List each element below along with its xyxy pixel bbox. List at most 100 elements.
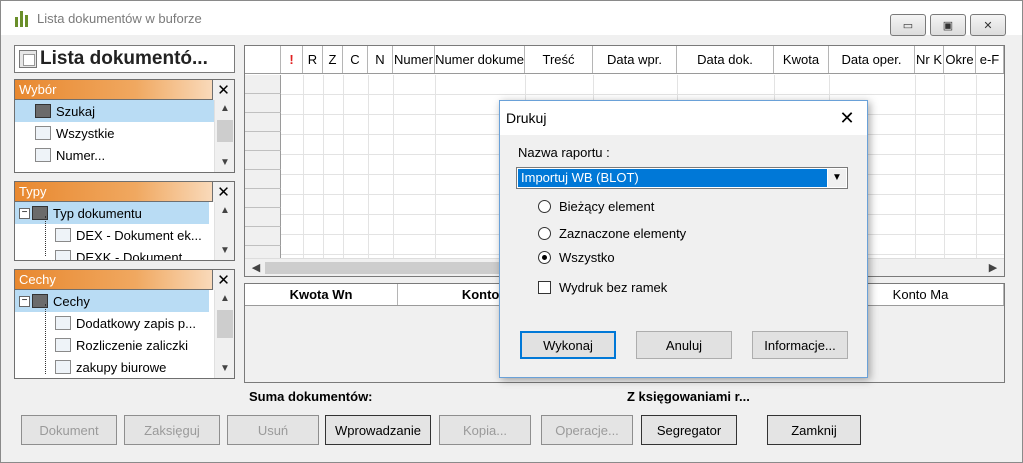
section-typy-header: Typy bbox=[19, 184, 47, 199]
column-header[interactable]: Data oper. bbox=[829, 46, 915, 73]
section-wybor-close-button[interactable]: ✕ bbox=[212, 79, 234, 100]
row-headers bbox=[245, 75, 281, 265]
dokument-button[interactable]: Dokument bbox=[21, 415, 117, 445]
scroll-down-icon[interactable]: ▼ bbox=[215, 154, 235, 172]
column-header[interactable]: Kwota bbox=[774, 46, 829, 73]
zamknij-button[interactable]: Zamknij bbox=[767, 415, 861, 445]
checkbox-label: Wydruk bez ramek bbox=[559, 280, 668, 295]
column-header[interactable]: Nr K bbox=[915, 46, 944, 73]
column-header[interactable]: ! bbox=[281, 46, 303, 73]
table-icon bbox=[55, 360, 71, 374]
wykonaj-button[interactable]: Wykonaj bbox=[520, 331, 616, 359]
section-typy-close-button[interactable]: ✕ bbox=[212, 181, 234, 202]
typy-scrollbar[interactable]: ▲ ▼ bbox=[214, 202, 234, 260]
list-item-szukaj[interactable]: Szukaj bbox=[15, 100, 234, 122]
report-name-select[interactable]: Importuj WB (BLOT) ▼ bbox=[516, 167, 848, 189]
list-item-label: Wszystkie bbox=[56, 125, 115, 141]
scroll-right-icon[interactable]: ▶ bbox=[984, 259, 1002, 276]
table-icon bbox=[35, 126, 51, 140]
tree-collapse-icon[interactable]: − bbox=[19, 207, 30, 219]
column-header[interactable]: Kwota Wn bbox=[245, 284, 398, 305]
radio-label: Zaznaczone elementy bbox=[559, 226, 687, 241]
column-header[interactable]: Data dok. bbox=[677, 46, 774, 73]
tree-item-label: Dodatkowy zapis p... bbox=[76, 315, 196, 331]
usun-button[interactable]: Usuń bbox=[227, 415, 319, 445]
postings-label: Z księgowaniami r... bbox=[627, 389, 750, 404]
wybor-scrollbar[interactable]: ▲ ▼ bbox=[214, 100, 234, 172]
column-header[interactable]: Data wpr. bbox=[593, 46, 677, 73]
informacje-button[interactable]: Informacje... bbox=[752, 331, 848, 359]
list-item-label: Szukaj bbox=[56, 103, 96, 119]
checkbox-no-borders[interactable]: Wydruk bez ramek bbox=[538, 280, 667, 295]
section-wybor: Wybór ✕ Szukaj Wszystkie Numer... ▲ ▼ bbox=[14, 79, 235, 173]
radio-label: Bieżący element bbox=[559, 199, 655, 214]
column-header[interactable]: C bbox=[343, 46, 368, 73]
tree-collapse-icon[interactable]: − bbox=[19, 295, 30, 307]
tree-item-label: zakupy biurowe bbox=[76, 359, 167, 375]
minimize-button[interactable]: ▭ bbox=[890, 14, 926, 36]
tree-item-dexk[interactable]: DEXK - Dokument bbox=[15, 246, 234, 260]
tree-item-zakupy[interactable]: zakupy biurowe bbox=[15, 356, 234, 378]
scroll-up-icon[interactable]: ▲ bbox=[215, 100, 235, 118]
radio-icon bbox=[538, 227, 551, 240]
radio-icon bbox=[538, 200, 551, 213]
close-window-button[interactable]: ✕ bbox=[970, 14, 1006, 36]
list-item-wszystkie[interactable]: Wszystkie bbox=[15, 122, 234, 144]
scroll-up-icon[interactable]: ▲ bbox=[215, 290, 234, 308]
tree-item-label: Typ dokumentu bbox=[53, 205, 142, 221]
section-cechy-header: Cechy bbox=[19, 272, 56, 287]
main-window: Lista dokumentów w buforze ▭ ▣ ✕ Lista d… bbox=[0, 0, 1023, 463]
wprowadzanie-button[interactable]: Wprowadzanie bbox=[325, 415, 431, 445]
panel-title: Lista dokumentó... bbox=[14, 45, 235, 73]
column-header[interactable]: Treść bbox=[525, 46, 593, 73]
radio-current-element[interactable]: Bieżący element bbox=[538, 199, 654, 214]
scroll-thumb[interactable] bbox=[217, 310, 233, 338]
tree-item-label: Rozliczenie zaliczki bbox=[76, 337, 188, 353]
chevron-down-icon[interactable]: ▼ bbox=[828, 169, 846, 187]
grid-header: ! R Z C N Numer Numer dokume Treść Data … bbox=[245, 46, 1004, 74]
column-header[interactable]: Okre bbox=[944, 46, 976, 73]
column-header[interactable]: Z bbox=[323, 46, 343, 73]
radio-selected-elements[interactable]: Zaznaczone elementy bbox=[538, 226, 686, 241]
scroll-down-icon[interactable]: ▼ bbox=[215, 360, 234, 378]
scroll-up-icon[interactable]: ▲ bbox=[215, 202, 234, 220]
column-header[interactable]: Numer bbox=[393, 46, 435, 73]
table-icon bbox=[55, 338, 71, 352]
tree-item-dex[interactable]: DEX - Dokument ek... bbox=[15, 224, 234, 246]
maximize-icon: ▣ bbox=[942, 19, 954, 32]
document-list-icon bbox=[19, 50, 37, 68]
maximize-button[interactable]: ▣ bbox=[930, 14, 966, 36]
sum-documents-label: Suma dokumentów: bbox=[249, 389, 373, 404]
print-dialog: Drukuj ✕ Nazwa raportu : Importuj WB (BL… bbox=[499, 100, 868, 378]
column-header[interactable]: e-F bbox=[976, 46, 1004, 73]
section-wybor-header: Wybór bbox=[19, 82, 57, 97]
checkbox-icon bbox=[538, 281, 551, 294]
section-typy: Typy ✕ − Typ dokumentu DEX - Dokument ek… bbox=[14, 181, 235, 261]
segregator-button[interactable]: Segregator bbox=[641, 415, 737, 445]
scroll-thumb[interactable] bbox=[217, 120, 233, 142]
app-icon bbox=[15, 9, 29, 27]
anuluj-button[interactable]: Anuluj bbox=[636, 331, 732, 359]
kopia-button[interactable]: Kopia... bbox=[439, 415, 531, 445]
column-header[interactable]: N bbox=[368, 46, 393, 73]
scroll-left-icon[interactable]: ◀ bbox=[247, 259, 265, 276]
dialog-close-icon[interactable]: ✕ bbox=[837, 108, 857, 128]
report-name-value: Importuj WB (BLOT) bbox=[518, 169, 827, 187]
scroll-down-icon[interactable]: ▼ bbox=[215, 242, 234, 260]
section-cechy-close-button[interactable]: ✕ bbox=[212, 269, 234, 290]
tree-item-label: Cechy bbox=[53, 293, 90, 309]
radio-all[interactable]: Wszystko bbox=[538, 250, 615, 265]
tree-item-dodatkowy[interactable]: Dodatkowy zapis p... bbox=[15, 312, 234, 334]
tree-item-rozliczenie[interactable]: Rozliczenie zaliczki bbox=[15, 334, 234, 356]
minimize-icon: ▭ bbox=[902, 19, 914, 32]
operacje-button[interactable]: Operacje... bbox=[541, 415, 633, 445]
panel-title-text: Lista dokumentó... bbox=[40, 48, 208, 69]
cechy-scrollbar[interactable]: ▲ ▼ bbox=[214, 290, 234, 378]
column-header[interactable]: Numer dokume bbox=[435, 46, 525, 73]
section-cechy: Cechy ✕ − Cechy Dodatkowy zapis p... Roz… bbox=[14, 269, 235, 379]
column-header[interactable]: R bbox=[303, 46, 323, 73]
list-item-label: Numer... bbox=[56, 147, 106, 163]
list-item-numer[interactable]: Numer... bbox=[15, 144, 234, 166]
table-icon bbox=[55, 250, 71, 260]
zaksieguj-button[interactable]: Zaksięguj bbox=[124, 415, 220, 445]
